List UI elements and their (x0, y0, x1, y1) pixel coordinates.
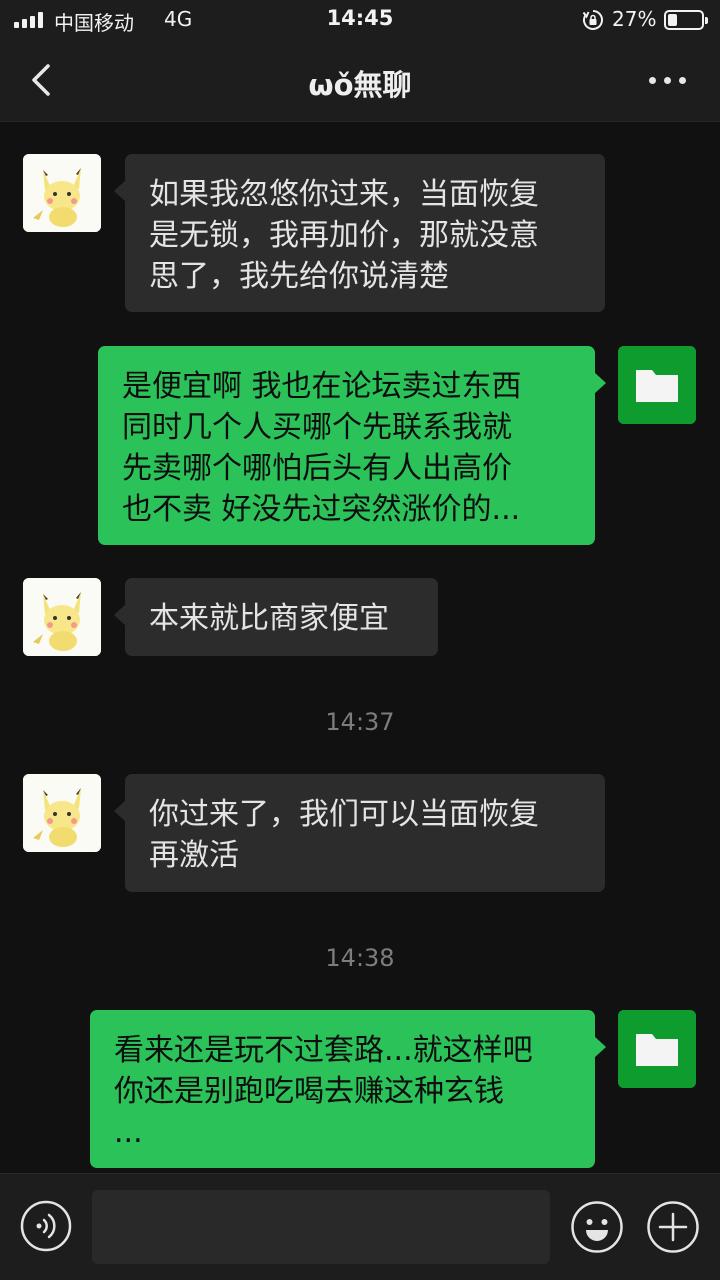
message-bubble-incoming[interactable]: 你过来了，我们可以当面恢复 再激活 (114, 774, 605, 892)
message-text-line: 如果我忽悠你过来，当面恢复 (149, 177, 539, 212)
chat-header: ωǒ無聊 (0, 40, 720, 122)
message-text-line: 同时几个人买哪个先联系我就 (122, 410, 512, 445)
message-input[interactable] (92, 1190, 550, 1264)
my-avatar[interactable] (618, 346, 696, 424)
more-dots-icon[interactable] (640, 62, 696, 98)
plus-icon[interactable] (646, 1200, 700, 1254)
message-timestamp: 14:38 (325, 944, 395, 972)
folder-icon (618, 346, 696, 424)
chat-title: ωǒ無聊 (308, 68, 412, 102)
folder-icon (618, 1010, 696, 1088)
message-text-line: 思了，我先给你说清楚 (149, 259, 449, 294)
contact-avatar[interactable] (23, 578, 101, 656)
status-bar: 中国移动 4G 14:45 27% (0, 0, 720, 40)
contact-avatar[interactable] (23, 154, 101, 232)
message-bubble-outgoing[interactable]: 看来还是玩不过套路...就这样吧 你还是别跑吃喝去赚这种玄钱 ... (90, 1010, 606, 1168)
message-text-line: 也不卖 好没先过突然涨价的... (122, 492, 521, 527)
message-text-line: 你还是别跑吃喝去赚这种玄钱 (114, 1074, 504, 1109)
message-timestamp: 14:37 (325, 708, 395, 736)
battery-percent: 27% (612, 7, 657, 31)
message-bubble-incoming[interactable]: 本来就比商家便宜 (114, 578, 438, 656)
message-bubble-outgoing[interactable]: 是便宜啊 我也在论坛卖过东西 同时几个人买哪个先联系我就 先卖哪个哪怕后头有人出… (98, 346, 606, 545)
message-text-line: ... (114, 1115, 143, 1150)
pikachu-avatar-icon (23, 774, 101, 852)
message-text-line: 是便宜啊 我也在论坛卖过东西 (122, 369, 522, 404)
battery-icon (664, 10, 708, 30)
message-text-line: 你过来了，我们可以当面恢复 (149, 797, 539, 832)
message-list[interactable]: 如果我忽悠你过来，当面恢复 是无锁，我再加价，那就没意 思了，我先给你说清楚 是… (0, 123, 720, 1173)
emoji-icon[interactable] (570, 1200, 624, 1254)
pikachu-avatar-icon (23, 154, 101, 232)
my-avatar[interactable] (618, 1010, 696, 1088)
pikachu-avatar-icon (23, 578, 101, 656)
input-bar (0, 1173, 720, 1280)
message-text-line: 是无锁，我再加价，那就没意 (149, 218, 539, 253)
message-text-line: 本来就比商家便宜 (149, 601, 389, 636)
message-bubble-incoming[interactable]: 如果我忽悠你过来，当面恢复 是无锁，我再加价，那就没意 思了，我先给你说清楚 (114, 154, 605, 312)
voice-icon[interactable] (20, 1200, 72, 1252)
battery-fill (668, 14, 677, 26)
orientation-lock-icon (582, 10, 603, 30)
message-text-line: 看来还是玩不过套路...就这样吧 (114, 1033, 533, 1068)
contact-avatar[interactable] (23, 774, 101, 852)
message-text-line: 再激活 (149, 838, 239, 873)
message-text-line: 先卖哪个哪怕后头有人出高价 (122, 451, 512, 486)
